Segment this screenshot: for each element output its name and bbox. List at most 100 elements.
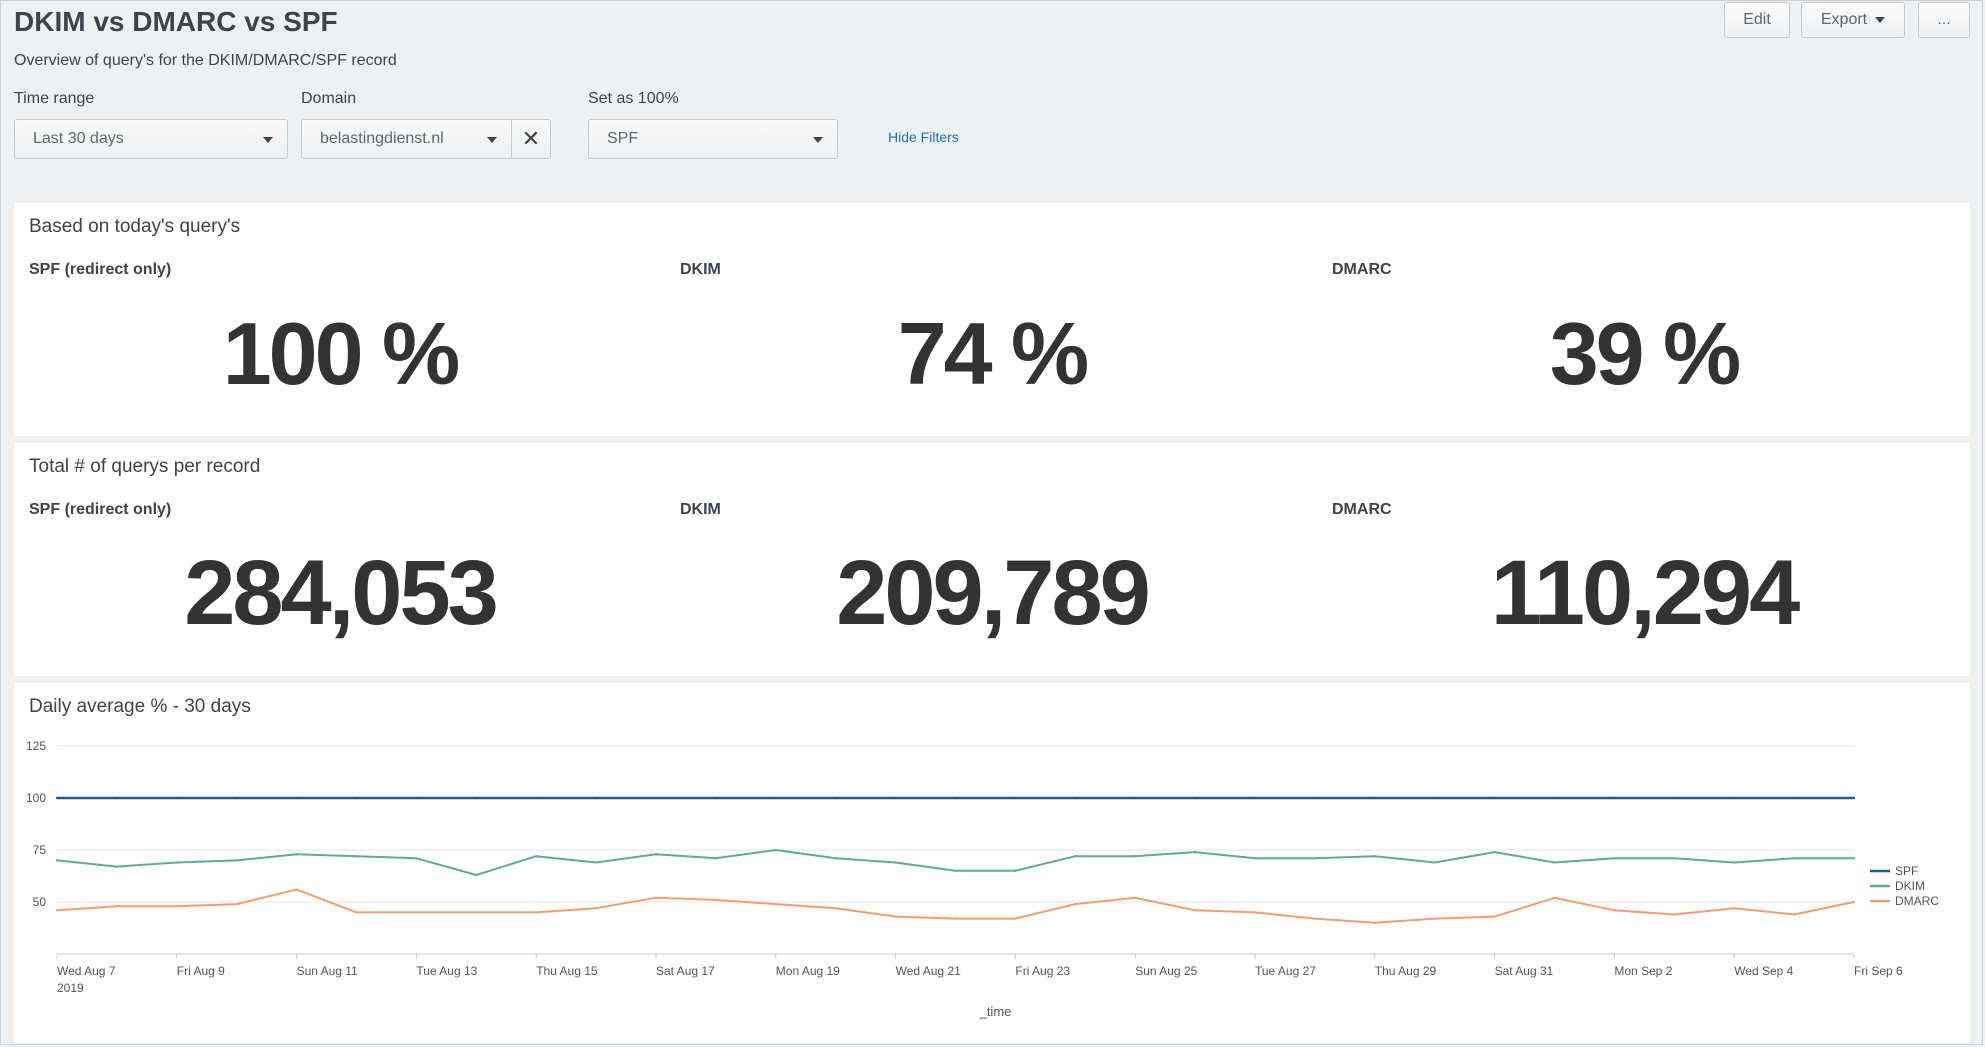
data-point-dmarc (1373, 921, 1377, 924)
data-point-dmarc (1313, 917, 1317, 920)
x-tick-label: Wed Sep 4 (1734, 964, 1793, 978)
data-point-dkim (355, 855, 358, 858)
data-point-dkim (1733, 861, 1736, 864)
export-button-label: Export (1820, 11, 1868, 28)
x-tick-label: 2019 (57, 981, 84, 995)
x-tick-label: Thu Aug 15 (536, 964, 598, 978)
data-point-dkim (475, 873, 478, 877)
data-point-spf (535, 796, 538, 800)
chevron-down-icon (487, 137, 497, 143)
data-point-dkim (295, 852, 298, 856)
data-point-dkim (535, 855, 538, 858)
data-point-dmarc (235, 902, 238, 906)
data-point-dkim (235, 859, 238, 862)
data-point-spf (1433, 796, 1436, 800)
single-value-label: DMARC (1332, 261, 1392, 278)
data-point-dkim (1433, 861, 1436, 864)
legend-label: SPF (1895, 864, 1918, 878)
data-point-spf (1493, 796, 1496, 800)
data-point-dkim (1673, 857, 1676, 860)
data-point-dmarc (594, 907, 598, 910)
panel-percent: Based on today's query's SPF (redirect o… (14, 203, 1970, 436)
x-tick-label: Fri Aug 23 (1015, 964, 1070, 978)
data-point-dkim (894, 861, 897, 864)
data-point-dmarc (1673, 913, 1676, 916)
data-point-dmarc (115, 904, 119, 908)
data-point-spf (175, 796, 178, 800)
data-point-spf (1134, 796, 1137, 800)
data-point-dmarc (834, 907, 837, 910)
data-point-spf (1733, 796, 1736, 800)
single-value-label: SPF (redirect only) (29, 261, 172, 278)
data-point-dmarc (1014, 917, 1017, 920)
x-tick-label: Sun Aug 11 (297, 964, 358, 978)
domain-select[interactable]: belastingdienst.nl (301, 119, 512, 159)
data-point-dmarc (175, 904, 178, 908)
data-point-dkim (1253, 857, 1257, 860)
data-point-dmarc (1792, 913, 1796, 916)
data-point-spf (1253, 796, 1257, 800)
data-point-dkim (175, 861, 178, 864)
panel-title: Based on today's query's (29, 216, 241, 237)
single-value: 209,789 (836, 542, 1151, 644)
line-chart[interactable]: 50 75 100 125 Wed Aug 7 2019 Fri Aug 9 Sun Aug … (14, 683, 1970, 1043)
data-point-dmarc (475, 911, 478, 914)
x-tick-label: Fri Aug 9 (177, 964, 225, 978)
single-value-label: DKIM (680, 501, 721, 518)
data-point-dmarc (1074, 902, 1077, 906)
data-point-spf (115, 796, 119, 800)
set-as-value: SPF (607, 130, 639, 147)
data-point-spf (774, 796, 777, 800)
domain-label: Domain (301, 90, 357, 107)
data-point-dkim (834, 857, 837, 860)
data-point-dmarc (1193, 909, 1197, 912)
x-tick-label: Sat Aug 17 (656, 964, 715, 978)
data-point-dkim (115, 865, 119, 868)
hide-filters-link[interactable]: Hide Filters (888, 129, 959, 145)
time-range-select[interactable]: Last 30 days (14, 119, 288, 159)
panel-total: Total # of querys per record SPF (redire… (14, 443, 1970, 676)
data-point-spf (594, 796, 598, 800)
y-tick-label: 50 (33, 895, 47, 909)
data-point-spf (1373, 796, 1377, 800)
data-point-spf (1553, 796, 1556, 800)
more-actions-button[interactable]: ... (1918, 2, 1970, 38)
data-point-spf (1673, 796, 1676, 800)
clear-domain-button[interactable]: ✕ (511, 119, 551, 159)
legend-label: DMARC (1895, 894, 1939, 908)
data-point-spf (55, 796, 59, 800)
single-value-label: DKIM (680, 261, 721, 278)
export-button[interactable]: Export (1801, 2, 1905, 38)
data-point-spf (1313, 796, 1317, 800)
x-tick-label: Sat Aug 31 (1495, 964, 1554, 978)
edit-button[interactable]: Edit (1724, 2, 1790, 38)
time-range-label: Time range (14, 90, 95, 107)
data-point-dmarc (1733, 907, 1736, 910)
page-title: DKIM vs DMARC vs SPF (14, 6, 338, 37)
x-tick-label: Wed Aug 7 (57, 964, 116, 978)
x-tick-label: Mon Aug 19 (776, 964, 840, 978)
data-point-dmarc (1134, 896, 1137, 900)
data-point-spf (355, 796, 358, 800)
data-point-dkim (1313, 857, 1317, 860)
set-as-select[interactable]: SPF (588, 119, 838, 159)
chevron-down-icon (263, 137, 273, 143)
data-point-dkim (1193, 850, 1197, 854)
data-point-spf (475, 796, 478, 800)
domain-value: belastingdienst.nl (320, 130, 444, 147)
data-point-dkim (654, 852, 658, 856)
data-point-spf (235, 796, 238, 800)
data-point-spf (1014, 796, 1017, 800)
data-point-dmarc (1433, 917, 1436, 920)
chevron-down-icon (813, 137, 823, 143)
data-point-dkim (1074, 855, 1077, 858)
data-point-dmarc (1852, 900, 1856, 904)
data-point-spf (714, 796, 718, 800)
edit-button-label: Edit (1743, 11, 1771, 28)
x-tick-label: Tue Aug 13 (416, 964, 477, 978)
single-value: 110,294 (1490, 542, 1800, 644)
data-point-spf (954, 796, 957, 800)
data-point-dkim (1852, 857, 1856, 860)
close-icon: ✕ (521, 126, 541, 151)
single-value: 100 % (222, 304, 461, 403)
